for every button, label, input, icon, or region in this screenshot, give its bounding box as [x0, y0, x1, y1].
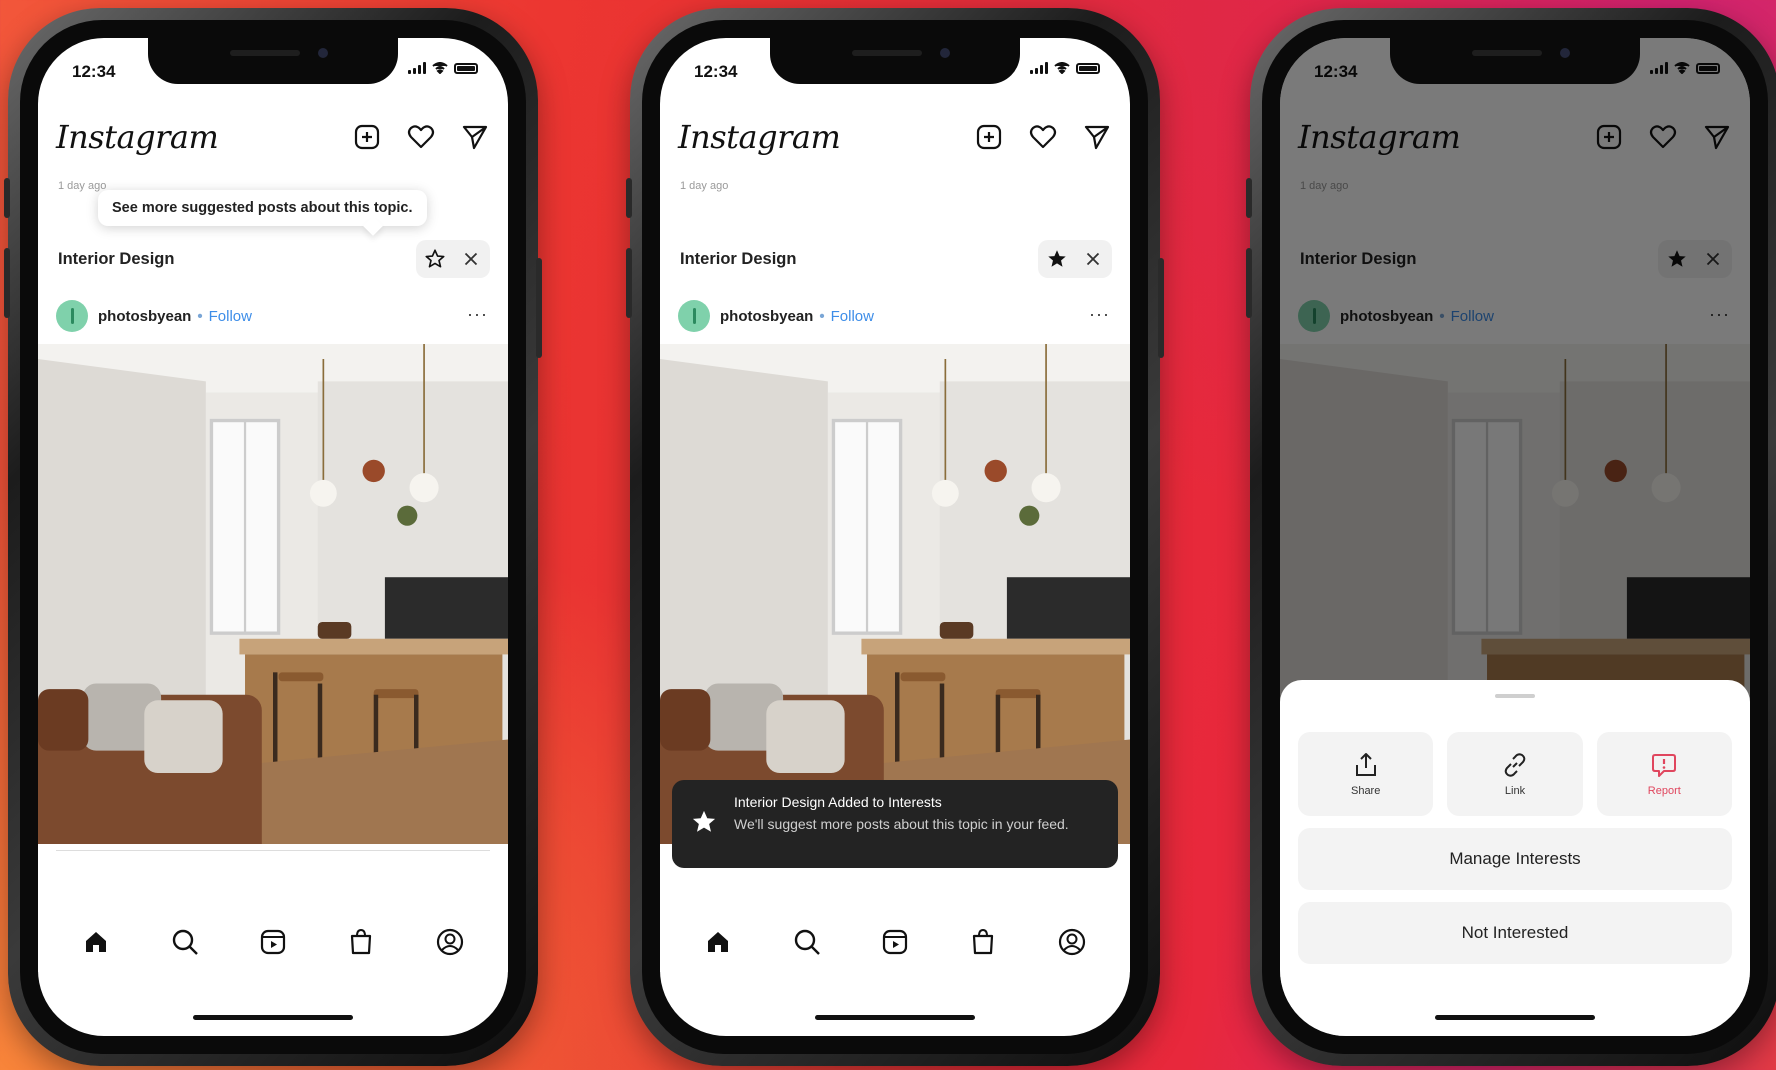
share-label: Share: [1350, 785, 1381, 797]
options-bottom-sheet: Share Link Report Manage Interests Not I…: [1280, 680, 1750, 1036]
avatar[interactable]: [56, 300, 88, 332]
share-icon: [1355, 753, 1376, 776]
home-indicator: [815, 1015, 975, 1020]
phone-frame-1: 12:34 Instagram 1 day ago See more sugge…: [4, 8, 542, 1066]
status-time: 12:34: [694, 62, 738, 81]
topic-label: Interior Design: [58, 250, 175, 268]
plus-square-icon[interactable]: [974, 122, 1004, 152]
toast-title: Interior Design Added to Interests: [734, 794, 942, 810]
wifi-icon: [432, 62, 448, 74]
star-outline-icon[interactable]: [424, 248, 446, 270]
manage-interests-button[interactable]: Manage Interests: [1298, 828, 1732, 890]
follow-link[interactable]: Follow: [831, 308, 874, 325]
search-icon[interactable]: [792, 927, 822, 957]
more-options-icon[interactable]: ···: [467, 304, 488, 325]
star-filled-icon: [692, 810, 716, 832]
report-label: Report: [1647, 785, 1681, 797]
close-icon[interactable]: [1082, 248, 1104, 270]
heart-icon[interactable]: [406, 122, 436, 152]
link-label: Link: [1504, 785, 1526, 797]
suggestion-tooltip: See more suggested posts about this topi…: [98, 190, 427, 226]
home-icon[interactable]: [81, 927, 111, 957]
screen-2: 12:34 Instagram 1 day ago Interior Desig…: [660, 38, 1130, 1036]
status-time: 12:34: [72, 62, 116, 81]
post-photo[interactable]: [660, 344, 1130, 844]
topic-label: Interior Design: [680, 250, 797, 268]
plus-square-icon[interactable]: [352, 122, 382, 152]
battery-icon: [1076, 62, 1100, 74]
reels-icon[interactable]: [258, 927, 288, 957]
send-icon[interactable]: [1082, 122, 1112, 152]
toast-body: We'll suggest more posts about this topi…: [734, 816, 1069, 832]
shop-icon[interactable]: [968, 927, 998, 957]
profile-icon[interactable]: [435, 927, 465, 957]
username[interactable]: photosbyean: [98, 308, 191, 325]
topic-row: Interior Design: [660, 234, 1130, 286]
tab-bar: [38, 912, 508, 972]
search-icon[interactable]: [170, 927, 200, 957]
app-header: Instagram: [660, 108, 1130, 172]
profile-icon[interactable]: [1057, 927, 1087, 957]
post-actions-strip: [56, 850, 490, 864]
tab-bar: [660, 912, 1130, 972]
screen-1: 12:34 Instagram 1 day ago See more sugge…: [38, 38, 508, 1036]
star-filled-icon[interactable]: [1046, 248, 1068, 270]
send-icon[interactable]: [460, 122, 490, 152]
phone-frame-2: 12:34 Instagram 1 day ago Interior Desig…: [626, 8, 1164, 1066]
post-time-ago: 1 day ago: [58, 180, 107, 192]
instagram-logo: Instagram: [56, 118, 219, 156]
link-icon: [1504, 753, 1526, 777]
close-icon[interactable]: [460, 248, 482, 270]
signal-icon: [1030, 62, 1048, 74]
battery-icon: [454, 62, 478, 74]
instagram-logo: Instagram: [678, 118, 841, 156]
home-indicator: [193, 1015, 353, 1020]
wifi-icon: [1054, 62, 1070, 74]
sheet-grabber[interactable]: [1495, 694, 1535, 698]
heart-icon[interactable]: [1028, 122, 1058, 152]
interest-added-toast: Interior Design Added to Interests We'll…: [672, 780, 1118, 868]
home-indicator: [1435, 1015, 1595, 1020]
home-icon[interactable]: [703, 927, 733, 957]
follow-link[interactable]: Follow: [209, 308, 252, 325]
shop-icon[interactable]: [346, 927, 376, 957]
post-header: photosbyean•Follow ···: [38, 296, 508, 336]
username[interactable]: photosbyean: [720, 308, 813, 325]
screen-3: 12:34 Instagram 1 day ago Interior Desig…: [1280, 38, 1750, 1036]
report-icon: [1652, 754, 1677, 777]
phone-frame-3: 12:34 Instagram 1 day ago Interior Desig…: [1246, 8, 1776, 1066]
post-time-ago: 1 day ago: [680, 180, 729, 192]
not-interested-button[interactable]: Not Interested: [1298, 902, 1732, 964]
topic-row: Interior Design: [38, 234, 508, 286]
signal-icon: [408, 62, 426, 74]
avatar[interactable]: [678, 300, 710, 332]
reels-icon[interactable]: [880, 927, 910, 957]
more-options-icon[interactable]: ···: [1089, 304, 1110, 325]
link-button[interactable]: Link: [1447, 732, 1583, 816]
report-button[interactable]: Report: [1596, 732, 1732, 816]
app-header: Instagram: [38, 108, 508, 172]
share-button[interactable]: Share: [1298, 732, 1434, 816]
post-photo[interactable]: [38, 344, 508, 844]
post-header: photosbyean•Follow ···: [660, 296, 1130, 336]
